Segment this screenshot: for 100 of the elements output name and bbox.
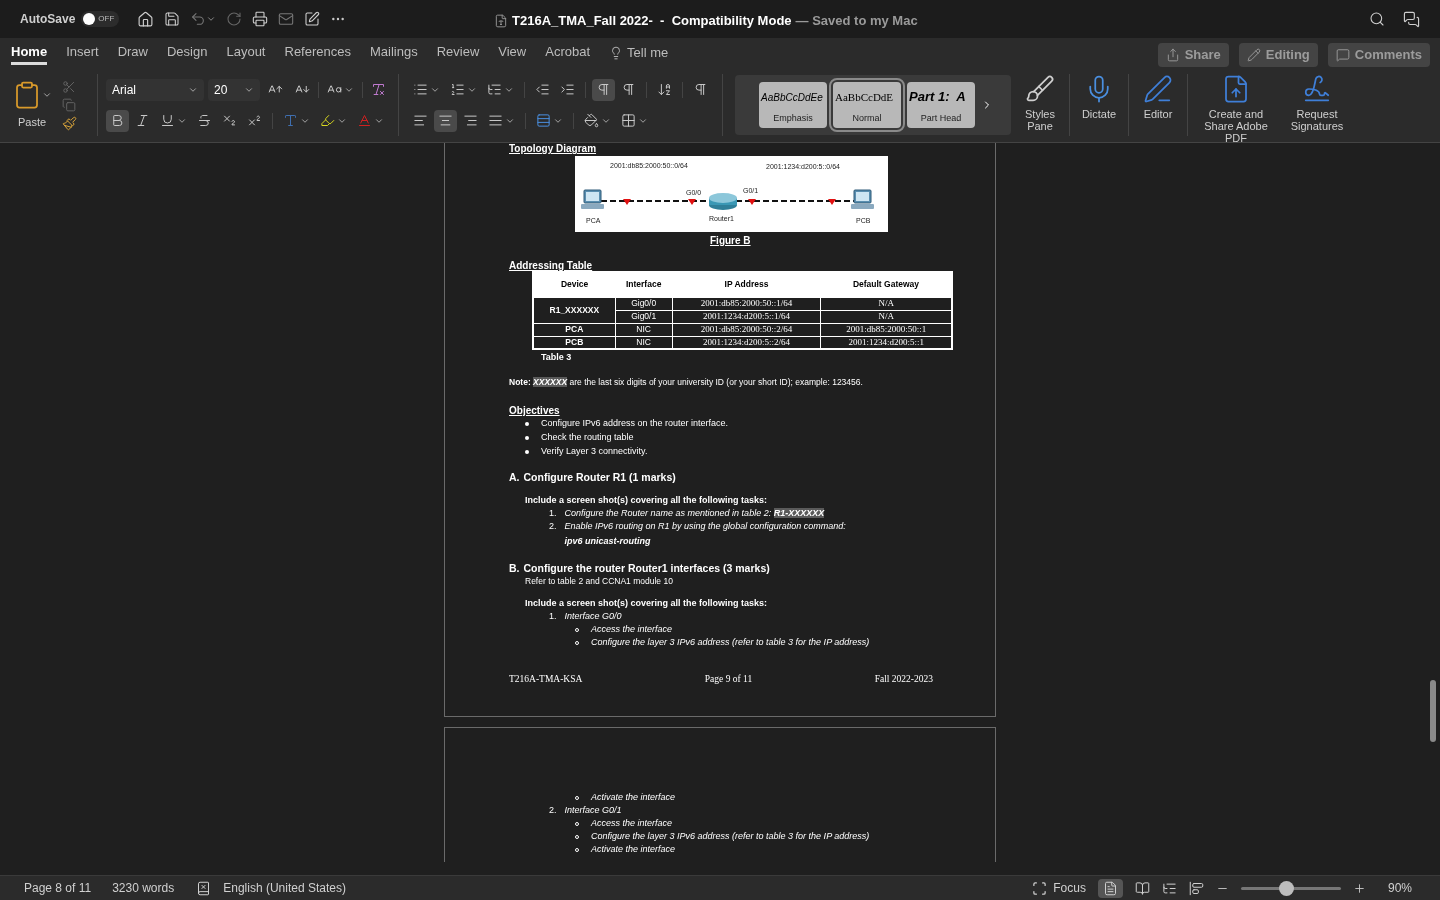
print-layout-icon[interactable] [1102, 880, 1118, 896]
ribbon-tab[interactable]: Design [167, 41, 208, 65]
table-cell: R1_XXXXXX [533, 297, 616, 323]
font-size-dropdown[interactable]: 20 [208, 78, 260, 101]
font-name-dropdown[interactable]: Arial [106, 78, 204, 101]
redo-icon[interactable] [226, 11, 243, 27]
document-icon [494, 13, 508, 28]
autosave-label: AutoSave [20, 11, 76, 28]
draft-view-icon[interactable] [1188, 880, 1204, 896]
step-text: Access the interface [591, 623, 673, 636]
web-layout-icon[interactable] [1134, 880, 1150, 896]
ribbon-tab[interactable]: Draw [117, 41, 148, 65]
share-icon [1165, 48, 1180, 62]
ribbon-tab[interactable]: Layout [226, 41, 266, 65]
bold-button[interactable] [106, 109, 129, 132]
ribbon-tab[interactable]: Home [11, 41, 48, 65]
tell-me-field[interactable]: Tell me [627, 43, 669, 63]
bullets-icon [413, 82, 428, 97]
zoom-in-icon[interactable] [1352, 881, 1366, 895]
caret-icon[interactable] [206, 14, 217, 24]
task-text: Enable IPv6 routing on R1 by using the global configuration command: [564, 520, 846, 533]
mail-icon[interactable] [278, 11, 295, 27]
objective-text: Configure IPv6 address on the router interface. [541, 417, 729, 430]
pen-icon [1143, 74, 1173, 104]
numbering-icon [450, 82, 465, 97]
font-color-icon [357, 113, 372, 128]
ribbon-tab[interactable]: Insert [66, 41, 99, 65]
style-option[interactable]: AaBbCcDdEe Emphasis [759, 82, 827, 128]
justify-icon [488, 113, 503, 128]
print-icon[interactable] [252, 11, 269, 27]
collaborate-icon[interactable] [1403, 10, 1420, 28]
text-effects-icon [283, 113, 298, 128]
section-heading: Addressing Table [509, 260, 593, 271]
left-to-right-button[interactable] [592, 78, 615, 101]
figure-caption: Figure B [710, 234, 751, 247]
increase-indent-icon [560, 82, 575, 97]
zoom-level[interactable]: 90% [1387, 879, 1412, 897]
ribbon-tool-button[interactable]: Request Signatures [1284, 68, 1350, 132]
paste-button[interactable]: Paste [12, 79, 52, 131]
ribbon-tab[interactable]: Review [436, 41, 480, 65]
outline-view-icon[interactable] [1161, 880, 1177, 896]
column-header: Device [533, 272, 616, 297]
port-marker [748, 199, 756, 205]
note-text: Note: XXXXXX are the last six digits of your university ID (or your short ID); example: 123456. [509, 376, 864, 389]
page-footer-text: Fall 2022-2023 [874, 673, 933, 686]
header-button[interactable]: Comments [1327, 43, 1430, 67]
table-cell: 2001:db85:2000:50::1 [820, 323, 952, 336]
shading-icon [584, 113, 599, 128]
strikethrough-icon [197, 113, 212, 128]
ribbon-tab[interactable]: Mailings [370, 41, 418, 65]
edit-document-icon[interactable] [304, 11, 321, 27]
bold-icon [110, 113, 125, 128]
table-cell: N/A [820, 297, 952, 310]
style-option[interactable]: Part 1: A Part Head [907, 82, 975, 128]
ribbon-tab[interactable]: View [498, 41, 527, 65]
home-icon[interactable] [137, 10, 155, 28]
ribbon-tab[interactable]: Acrobat [545, 41, 591, 65]
format-painter-icon[interactable] [62, 115, 77, 131]
page-count[interactable]: Page 8 of 11 [24, 879, 92, 897]
command-text: ipv6 unicast-routing [564, 535, 652, 548]
save-icon[interactable] [164, 11, 181, 27]
header-button[interactable]: Editing [1238, 43, 1318, 67]
search-icon[interactable] [1369, 11, 1385, 27]
sort-icon [657, 82, 672, 97]
scrollbar-thumb[interactable] [1430, 680, 1436, 742]
section-letter: A. [509, 471, 520, 484]
left-to-right-icon [596, 82, 611, 97]
header-button[interactable]: Share [1157, 43, 1229, 67]
ribbon-tool-button[interactable]: Styles Pane [1011, 68, 1069, 132]
zoom-slider-thumb[interactable] [1279, 880, 1295, 896]
section-heading: Topology Diagram [509, 143, 597, 155]
italic-icon [135, 113, 150, 128]
line-spacing-icon [536, 113, 551, 128]
undo-icon[interactable] [190, 11, 207, 27]
zoom-slider[interactable] [1240, 880, 1341, 896]
task-text: Configure the Router name as mentioned in table 2: R1-XXXXXX [564, 507, 825, 520]
focus-button[interactable]: Focus [1032, 879, 1086, 897]
bullet-icon [525, 421, 529, 426]
clear-formatting-icon [371, 82, 386, 97]
list-number: 2. [549, 804, 557, 817]
autosave-toggle[interactable]: OFF [81, 11, 120, 27]
port-marker [688, 199, 696, 205]
align-center-button[interactable] [434, 109, 457, 132]
multilevel-list-icon [487, 82, 502, 97]
list-number: 1. [549, 610, 557, 623]
task-text: Interface G0/0 [564, 610, 622, 623]
word-count[interactable]: 3230 words [112, 879, 175, 897]
ribbon-tab[interactable]: References [284, 41, 351, 65]
proofing-icon[interactable] [196, 880, 212, 896]
column-header: Default Gateway [820, 272, 952, 297]
column-header: IP Address [672, 272, 821, 297]
subscript-icon [222, 113, 237, 128]
step-text: Access the interface [591, 817, 673, 830]
task-text: Interface G0/1 [564, 804, 622, 817]
language-status[interactable]: English (United States) [223, 879, 346, 897]
list-number: 2. [549, 520, 557, 533]
pencil-icon [1246, 48, 1261, 62]
ribbon-tool-button[interactable]: Editor [1129, 68, 1187, 120]
ribbon-tool-button[interactable]: Dictate [1070, 68, 1128, 120]
ribbon-tool-button[interactable]: Create and Share Adobe PDF [1188, 68, 1284, 144]
